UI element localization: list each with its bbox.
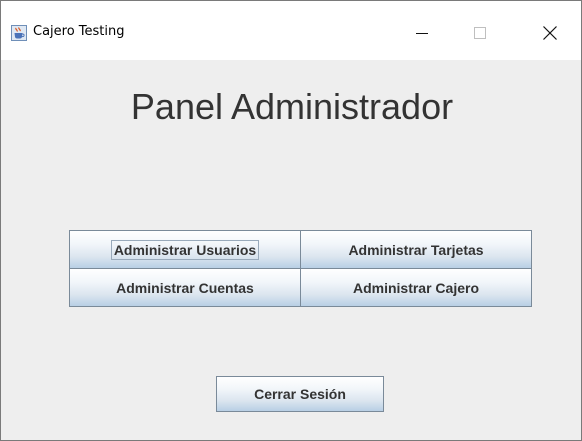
logout-label: Cerrar Sesión xyxy=(254,386,346,402)
maximize-button[interactable] xyxy=(457,19,503,47)
close-button[interactable] xyxy=(527,19,573,47)
manage-accounts-label: Administrar Cuentas xyxy=(116,279,254,296)
admin-panel: Panel Administrador Administrar Usuarios… xyxy=(1,60,581,440)
manage-atm-label: Administrar Cajero xyxy=(352,279,480,296)
manage-atm-button[interactable]: Administrar Cajero xyxy=(300,268,532,307)
java-coffee-cup-icon xyxy=(11,25,27,41)
logout-button[interactable]: Cerrar Sesión xyxy=(216,376,384,412)
manage-accounts-button[interactable]: Administrar Cuentas xyxy=(69,268,301,307)
minimize-button[interactable] xyxy=(399,19,445,47)
minimize-icon xyxy=(416,33,428,34)
manage-cards-label: Administrar Tarjetas xyxy=(348,241,484,258)
title-bar[interactable]: Cajero Testing xyxy=(1,1,581,60)
window-title: Cajero Testing xyxy=(33,24,125,39)
close-icon xyxy=(543,26,557,40)
page-title: Panel Administrador xyxy=(130,86,454,127)
maximize-icon xyxy=(474,27,486,39)
manage-cards-button[interactable]: Administrar Tarjetas xyxy=(300,230,532,269)
admin-button-grid: Administrar Usuarios Administrar Tarjeta… xyxy=(69,230,532,307)
app-window: Cajero Testing Panel Administrador Admin… xyxy=(0,0,582,441)
manage-users-button[interactable]: Administrar Usuarios xyxy=(69,230,301,269)
manage-users-label: Administrar Usuarios xyxy=(110,239,260,260)
